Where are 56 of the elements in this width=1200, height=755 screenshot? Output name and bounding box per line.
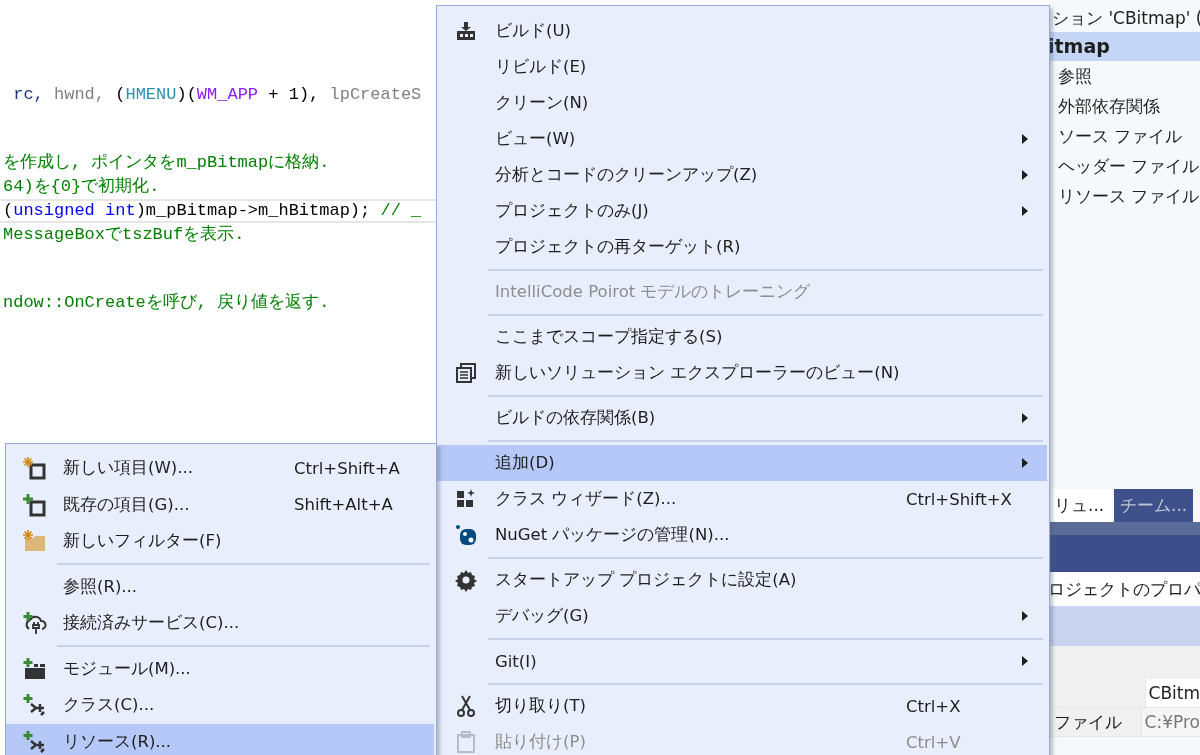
object-selector[interactable]: ロジェクトのプロパ [1048, 572, 1200, 606]
menu-item[interactable]: モジュール(M)... [6, 650, 434, 687]
cloud-plug-icon [22, 611, 47, 636]
menu-item[interactable]: ビュー(W) [437, 121, 1047, 157]
menu-item[interactable]: NuGet パッケージの管理(N)... [437, 517, 1047, 553]
tree-item[interactable]: 外部依存関係 [1048, 91, 1200, 121]
code-line: 64)を{0}で初期化. [2, 177, 160, 197]
code-line: を作成し, ポインタをm_pBitmapに格納. [2, 153, 330, 173]
add-class-icon [22, 693, 47, 718]
menu-item[interactable]: 分析とコードのクリーンアップ(Z) [437, 157, 1047, 193]
menu-item[interactable]: クラス ウィザード(Z)... Ctrl+Shift+X [437, 481, 1047, 517]
new-folder-icon [22, 529, 47, 554]
tree-item[interactable]: リソース ファイル [1048, 181, 1200, 211]
tree-item[interactable]: ヘッダー ファイル [1048, 151, 1200, 181]
menu-item[interactable]: プロジェクトの再ターゲット(R) [437, 229, 1047, 265]
property-value[interactable]: C:¥Pro [1140, 708, 1200, 736]
menu-item[interactable]: リビルド(E) [437, 49, 1047, 85]
code-line: ndow::OnCreateを呼び, 戻り値を返す. [2, 293, 330, 313]
menu-item[interactable]: 参照(R)... [6, 568, 434, 605]
property-name: ファイル [1054, 712, 1122, 732]
panel-tab[interactable]: チーム... [1114, 489, 1194, 522]
window-list-icon [454, 361, 478, 385]
scissors-icon [454, 694, 478, 718]
menu-item[interactable]: クラス(C)... [6, 687, 434, 724]
dotted-circle-icon [454, 523, 478, 547]
project-node[interactable]: itmap [1048, 32, 1200, 61]
menu-item[interactable]: ここまでスコープ指定する(S) [437, 319, 1047, 355]
menu-item[interactable]: 接続済みサービス(C)... [6, 605, 434, 642]
menu-item[interactable]: 既存の項目(G)... Shift+Alt+A [6, 486, 434, 523]
menu-item[interactable]: 新しい項目(W)... Ctrl+Shift+A [6, 450, 434, 487]
menu-item[interactable]: ビルドの依存関係(B) [437, 400, 1047, 436]
code-line: (unsigned int)m_pBitmap->m_hBitmap); // _ [2, 201, 422, 221]
new-item-icon [22, 456, 47, 481]
menu-item[interactable]: スタートアップ プロジェクトに設定(A) [437, 562, 1047, 598]
add-item-icon [22, 492, 47, 517]
menu-item[interactable]: 新しいソリューション エクスプローラーのビュー(N) [437, 355, 1047, 391]
menu-item[interactable]: Git(I) [437, 643, 1047, 679]
add-module-icon [22, 656, 47, 681]
tree-item[interactable]: ソース ファイル [1048, 121, 1200, 151]
menu-item[interactable]: 追加(D) [437, 445, 1047, 481]
tree-item[interactable]: 参照 [1048, 61, 1200, 91]
clipboard-icon [454, 730, 478, 754]
panel-tab[interactable]: リュ... [1048, 489, 1112, 522]
property-value[interactable]: CBitm [1144, 679, 1200, 707]
build-icon [454, 19, 478, 43]
menu-item[interactable]: 切り取り(T) Ctrl+X [437, 688, 1047, 724]
settings-icon [454, 568, 478, 592]
menu-item[interactable]: ビルド(U) [437, 13, 1047, 49]
code-line: MessageBoxでtszBufを表示. [2, 225, 245, 245]
menu-item[interactable]: リソース(R)... [6, 723, 434, 755]
menu-item[interactable]: 新しいフィルター(F) [6, 523, 434, 560]
menu-item[interactable]: クリーン(N) [437, 85, 1047, 121]
code-line: rc, hwnd, (HMENU)(WM_APP + 1), lpCreateS [12, 85, 422, 105]
menu-item[interactable]: プロジェクトのみ(J) [437, 193, 1047, 229]
menu-item[interactable]: デバッグ(G) [437, 598, 1047, 634]
add-class-icon [22, 729, 47, 754]
